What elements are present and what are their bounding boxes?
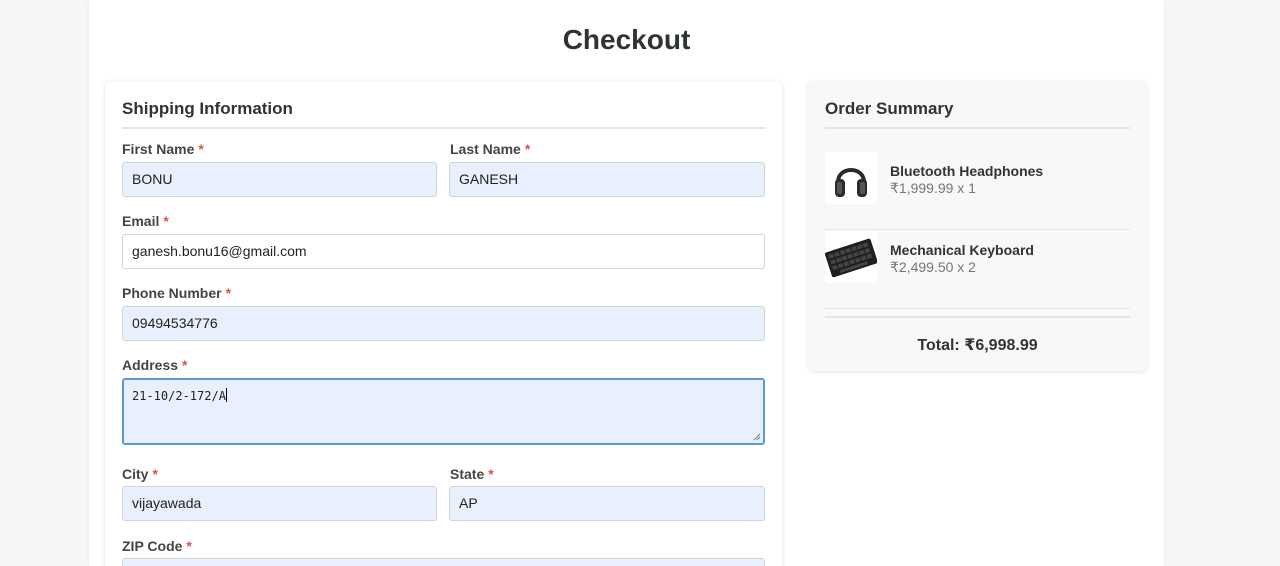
page-title: Checkout	[562, 24, 691, 55]
address-text: 21-10/2-172/A	[132, 389, 226, 403]
section-divider	[122, 127, 765, 129]
phone-input[interactable]: 09494534776	[122, 306, 765, 341]
first-name-input[interactable]: BONU	[122, 162, 437, 197]
last-name-label: Last Name *	[450, 141, 531, 157]
city-input[interactable]: vijayawada	[122, 486, 437, 521]
first-name-label: First Name *	[122, 141, 204, 157]
zip-input[interactable]	[122, 558, 765, 566]
email-label: Email *	[122, 213, 169, 229]
item-name: Mechanical Keyboard	[890, 242, 1034, 258]
checkout-page: Checkout Shipping Information First Name…	[89, 0, 1164, 566]
city-label: City *	[122, 466, 158, 482]
text-caret	[225, 388, 227, 402]
keyboard-icon	[825, 231, 877, 283]
order-summary: Order Summary Bluetooth Headphones ₹1,99…	[808, 81, 1147, 371]
email-input[interactable]: ganesh.bonu16@gmail.com	[122, 234, 765, 269]
shipping-form: Shipping Information First Name * BONU La…	[105, 81, 782, 566]
state-input[interactable]: AP	[449, 486, 765, 521]
resize-grip-icon[interactable]	[753, 433, 761, 441]
order-item: Mechanical Keyboard ₹2,499.50 x 2	[825, 231, 1130, 309]
item-price: ₹1,999.99 x 1	[890, 180, 976, 196]
item-price: ₹2,499.50 x 2	[890, 259, 976, 275]
item-name: Bluetooth Headphones	[890, 163, 1044, 179]
zip-label: ZIP Code *	[122, 538, 192, 554]
last-name-input[interactable]: GANESH	[449, 162, 765, 197]
shipping-title: Shipping Information	[122, 99, 293, 118]
phone-label: Phone Number *	[122, 285, 232, 301]
section-divider	[825, 127, 1130, 129]
order-total: Total: ₹6,998.99	[917, 337, 1038, 354]
state-label: State *	[450, 466, 494, 482]
address-label: Address *	[122, 357, 188, 373]
headphones-icon	[825, 152, 877, 204]
order-item: Bluetooth Headphones ₹1,999.99 x 1	[825, 152, 1130, 230]
total-divider	[825, 316, 1130, 318]
summary-title: Order Summary	[825, 99, 954, 118]
address-textarea[interactable]: 21-10/2-172/A	[122, 378, 765, 445]
